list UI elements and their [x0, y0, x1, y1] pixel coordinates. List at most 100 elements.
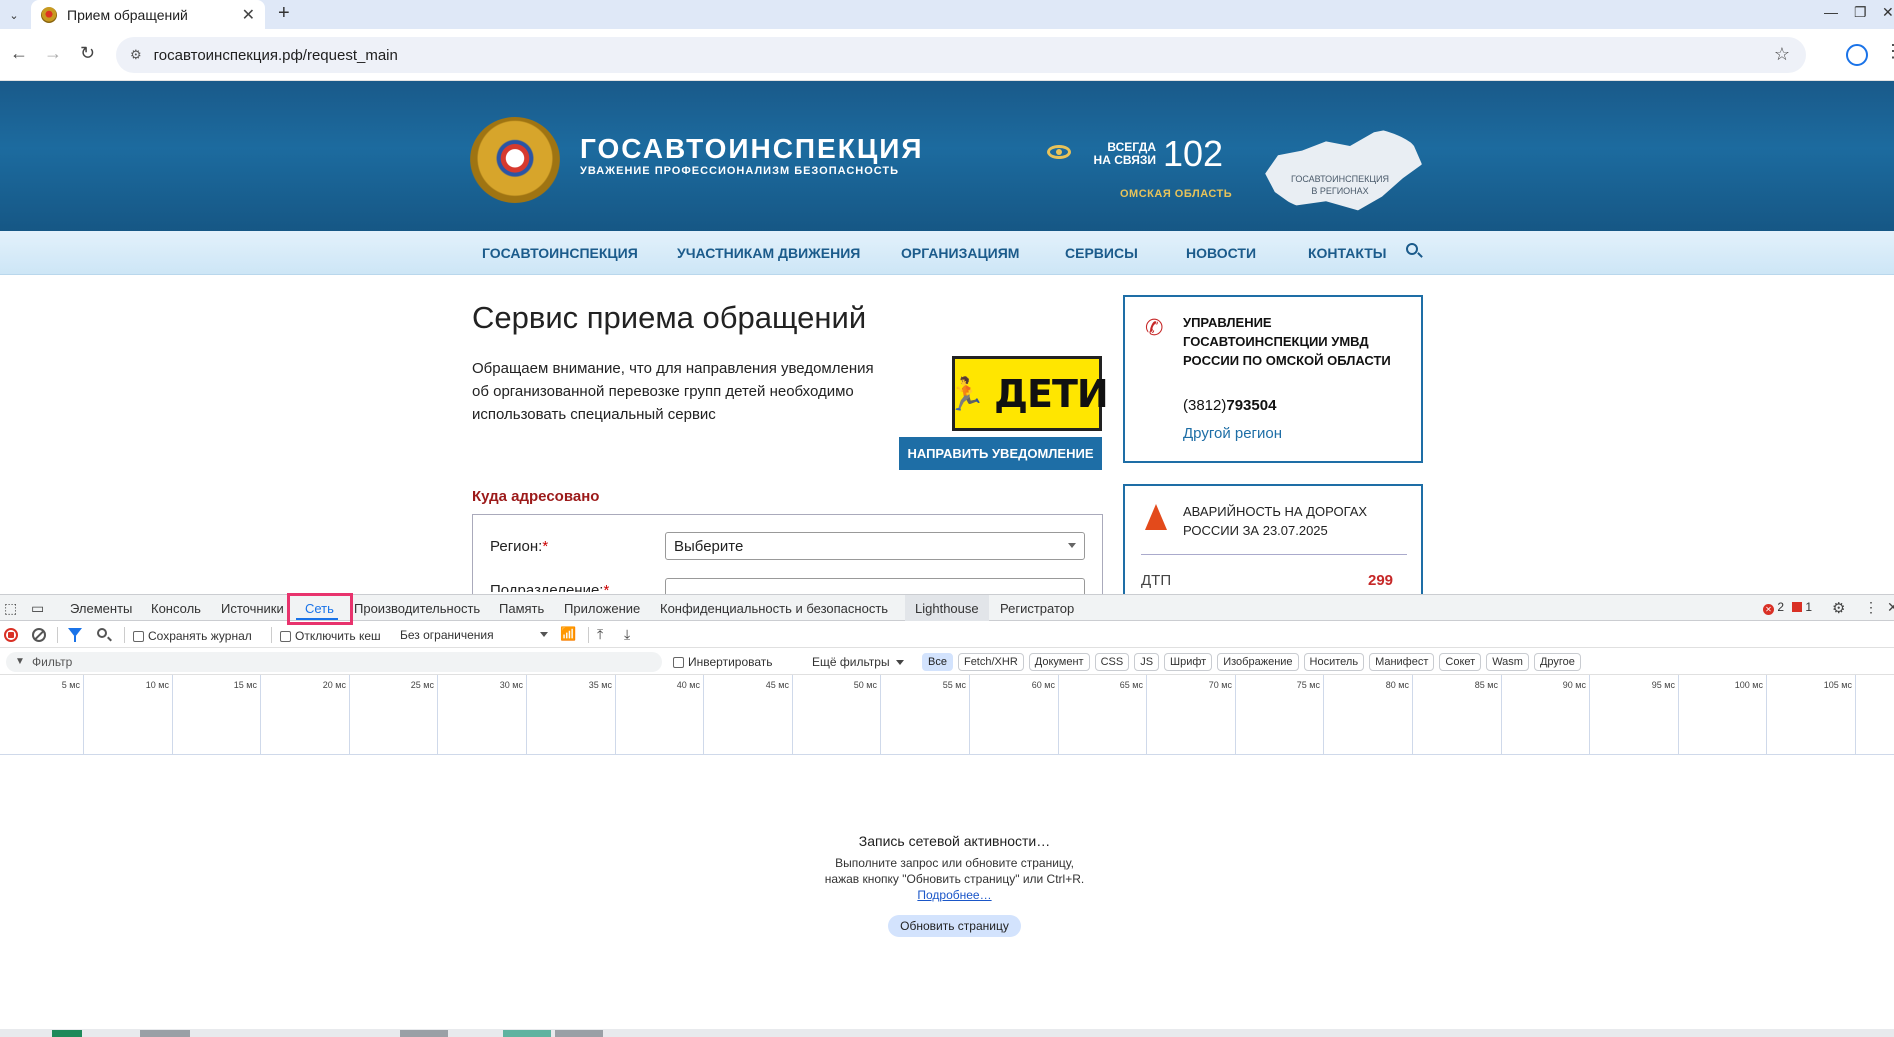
filter-css[interactable]: CSS — [1094, 653, 1130, 671]
forward-icon[interactable]: → — [44, 43, 62, 64]
taskbar-strip — [0, 1029, 1894, 1037]
browser-tab[interactable]: Прием обращений ✕ — [31, 0, 265, 29]
import-har-icon[interactable]: ⤒ — [597, 626, 603, 643]
reload-icon[interactable]: ↻ — [80, 43, 95, 64]
taskbar-item[interactable] — [503, 1030, 551, 1037]
send-notification-button[interactable]: НАПРАВИТЬ УВЕДОМЛЕНИЕ — [899, 437, 1102, 470]
checkbox-box[interactable] — [133, 630, 144, 642]
export-har-icon[interactable]: ⤓ — [624, 626, 630, 643]
required-mark: * — [542, 538, 549, 555]
map-label[interactable]: ГОСАВТОИНСПЕКЦИЯ В РЕГИОНАХ — [1290, 173, 1390, 197]
other-region-link[interactable]: Другой регион — [1183, 425, 1282, 442]
filter-js[interactable]: JS — [1134, 653, 1160, 671]
tab-console[interactable]: Консоль — [151, 601, 201, 616]
nav-organizations[interactable]: ОРГАНИЗАЦИЯМ — [901, 245, 1019, 261]
timeline-gridline — [1589, 675, 1590, 755]
tab-memory[interactable]: Память — [499, 601, 544, 616]
timeline-gridline — [703, 675, 704, 755]
filter-all[interactable]: Все — [922, 653, 953, 671]
filter-wasm[interactable]: Wasm — [1486, 653, 1529, 671]
tab-search-icon[interactable]: ⌄ — [2, 4, 26, 26]
filter-socket[interactable]: Сокет — [1439, 653, 1482, 671]
tab-sources[interactable]: Источники — [221, 601, 284, 616]
tab-title: Прием обращений — [67, 6, 188, 23]
page-title: Сервис приема обращений — [472, 300, 867, 335]
invert-checkbox[interactable]: Инвертировать — [673, 655, 773, 669]
url-text[interactable]: госавтоинспекция.рф/request_main — [154, 47, 398, 64]
issues-badge[interactable]: ✕ 2 1 — [1763, 600, 1812, 615]
tab-recorder[interactable]: Регистратор — [1000, 601, 1074, 616]
checkbox-box[interactable] — [673, 656, 684, 668]
back-icon[interactable]: ← — [10, 43, 28, 64]
checkbox-box[interactable] — [280, 630, 291, 642]
minimize-icon[interactable]: — — [1824, 4, 1838, 20]
taskbar-item[interactable] — [555, 1030, 603, 1037]
address-bar[interactable]: ⚙ госавтоинспекция.рф/request_main ☆ — [116, 37, 1806, 73]
nav-contacts[interactable]: КОНТАКТЫ — [1308, 245, 1386, 261]
tab-application[interactable]: Приложение — [564, 601, 640, 616]
search-icon[interactable] — [97, 628, 107, 638]
russia-map-icon[interactable] — [1265, 127, 1422, 211]
filter-funnel-icon[interactable] — [68, 628, 82, 642]
tab-lighthouse[interactable]: Lighthouse — [915, 601, 979, 616]
nav-participants[interactable]: УЧАСТНИКАМ ДВИЖЕНИЯ — [677, 245, 860, 261]
taskbar-item[interactable] — [400, 1030, 448, 1037]
traffic-cone-icon — [1145, 504, 1167, 530]
subdivision-select[interactable] — [665, 578, 1085, 594]
browser-menu-icon[interactable]: ⋮ — [1884, 41, 1894, 62]
new-tab-button[interactable]: + — [278, 2, 290, 25]
devtools-menu-icon[interactable]: ⋮ — [1864, 599, 1878, 616]
region-name[interactable]: ОМСКАЯ ОБЛАСТЬ — [1120, 188, 1232, 200]
tab-close-icon[interactable]: ✕ — [242, 5, 255, 25]
clear-log-icon[interactable] — [32, 628, 46, 642]
disable-cache-checkbox[interactable]: Отключить кеш — [280, 629, 381, 643]
throttling-select[interactable]: Без ограничения — [400, 628, 548, 642]
filter-document[interactable]: Документ — [1028, 653, 1090, 671]
network-overview-timeline[interactable]: 5 мс 10 мс 15 мс 20 мс 25 мс 30 мс 35 мс 40 мс 4… — [0, 675, 1894, 755]
taskbar-item[interactable] — [140, 1030, 190, 1037]
reload-page-button[interactable]: Обновить страницу — [888, 915, 1021, 937]
filter-manifest[interactable]: Манифест — [1369, 653, 1435, 671]
timeline-tick-label: 25 мс — [410, 680, 434, 690]
filter-font[interactable]: Шрифт — [1164, 653, 1213, 671]
nav-news[interactable]: НОВОСТИ — [1186, 245, 1256, 261]
tab-performance[interactable]: Производительность — [354, 601, 480, 616]
device-toolbar-icon[interactable]: ▭ — [31, 600, 44, 617]
site-nav: ГОСАВТОИНСПЕКЦИЯ УЧАСТНИКАМ ДВИЖЕНИЯ ОРГ… — [0, 231, 1894, 275]
brand-title[interactable]: ГОСАВТОИНСПЕКЦИЯ — [580, 133, 924, 165]
separator — [271, 627, 272, 643]
children-sign-banner[interactable]: 🏃 ДЕТИ — [946, 356, 1109, 431]
filter-other[interactable]: Другое — [1533, 653, 1581, 671]
devtools-close-icon[interactable]: ✕ — [1887, 599, 1894, 616]
timeline-tick-label: 50 мс — [853, 680, 877, 690]
region-select[interactable]: Выберите — [665, 532, 1085, 560]
network-toolbar: Сохранять журнал Отключить кеш Без огран… — [0, 622, 1894, 648]
nav-gibdd[interactable]: ГОСАВТОИНСПЕКЦИЯ — [482, 245, 638, 261]
inspect-element-icon[interactable]: ⬚ — [4, 600, 17, 617]
site-header: ГОСАВТОИНСПЕКЦИЯ УВАЖЕНИЕ ПРОФЕССИОНАЛИЗ… — [0, 81, 1894, 231]
search-icon[interactable] — [1406, 243, 1418, 255]
filter-media[interactable]: Носитель — [1303, 653, 1365, 671]
restore-icon[interactable]: ❐ — [1854, 4, 1867, 21]
window-close-icon[interactable]: ✕ — [1882, 4, 1894, 21]
tab-privacy-security[interactable]: Конфиденциальность и безопасность — [660, 601, 888, 616]
empty-text: Выполните запрос или обновите страницу, … — [825, 855, 1085, 903]
nav-services[interactable]: СЕРВИСЫ — [1065, 245, 1138, 261]
profile-avatar-icon[interactable] — [1846, 44, 1868, 66]
timeline-tick-label: 55 мс — [942, 680, 966, 690]
filter-input[interactable]: ▼ Фильтр — [6, 652, 662, 672]
settings-gear-icon[interactable]: ⚙ — [1832, 599, 1845, 617]
bookmark-star-icon[interactable]: ☆ — [1774, 44, 1790, 65]
tab-elements[interactable]: Элементы — [70, 601, 132, 616]
filter-fetch-xhr[interactable]: Fetch/XHR — [957, 653, 1024, 671]
more-filters-dropdown[interactable]: Ещё фильтры — [812, 655, 904, 669]
stop-recording-icon[interactable] — [4, 628, 18, 642]
network-conditions-icon[interactable]: 📶 — [560, 626, 576, 642]
filter-image[interactable]: Изображение — [1217, 653, 1299, 671]
taskbar-item[interactable] — [52, 1030, 82, 1037]
gibdd-emblem-logo[interactable] — [470, 117, 560, 203]
site-info-icon[interactable]: ⚙ — [130, 47, 142, 63]
devtools-tabbar: ⬚ ▭ Элементы Консоль Источники Сеть Прои… — [0, 593, 1894, 625]
preserve-log-checkbox[interactable]: Сохранять журнал — [133, 629, 252, 643]
learn-more-link[interactable]: Подробнее… — [917, 888, 991, 902]
